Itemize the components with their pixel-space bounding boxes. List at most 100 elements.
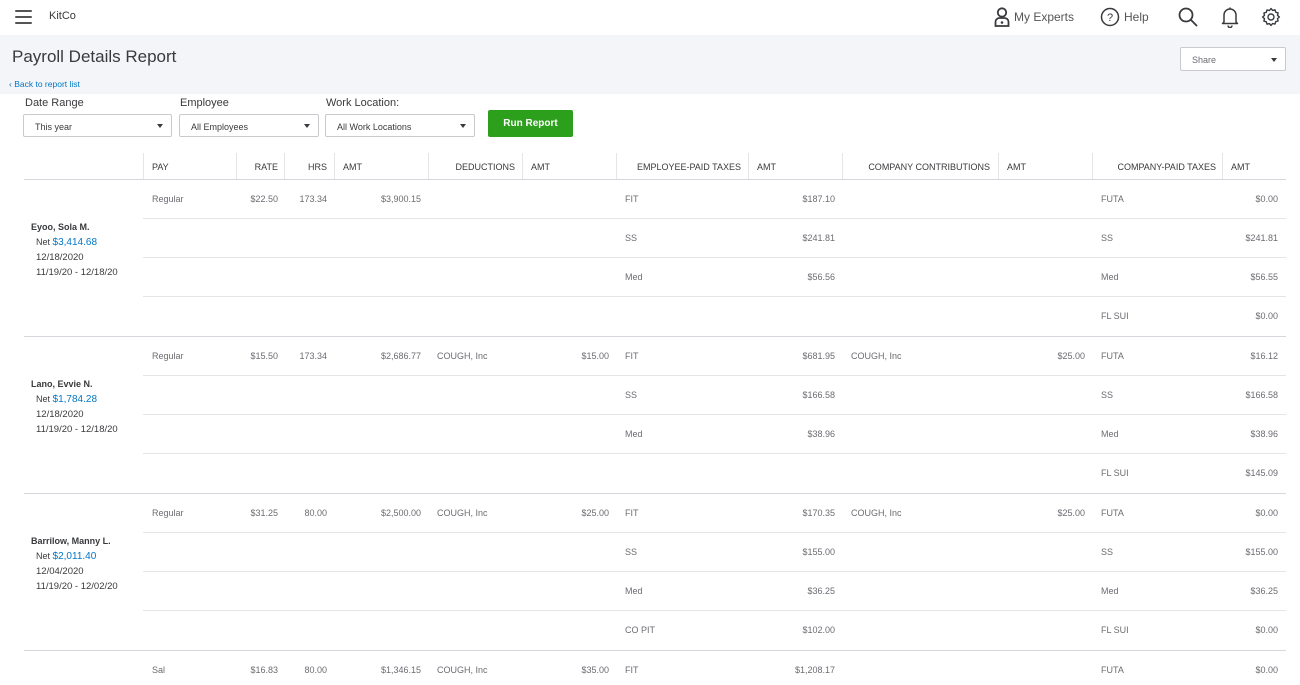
caret-down-icon [157,124,163,128]
caret-down-icon [304,124,310,128]
net-pay-amount[interactable]: $1,784.28 [53,394,98,405]
cell-rate: $22.50 [250,194,278,204]
search-icon [1177,6,1199,28]
search-button[interactable] [1177,5,1199,29]
cell-pay: Regular [152,194,184,204]
notifications-button[interactable] [1221,5,1239,29]
cell-company-tax: Med [1101,429,1119,439]
pay-period: 11/19/20 - 12/18/20 [36,267,118,278]
pay-date: 12/18/2020 [36,409,84,420]
cell-employee-tax: FIT [625,194,639,204]
pay-period: 11/19/20 - 12/02/20 [36,581,118,592]
cell-company-tax: Med [1101,272,1119,282]
cell-deduction: COUGH, Inc [437,351,488,361]
employee-group: Barrilow, Manny L. Net $2,011.40 12/04/202… [24,494,1286,651]
help-label: Help [1124,10,1149,24]
cell-company-tax: FUTA [1101,665,1124,675]
cell-employee-tax: SS [625,547,638,557]
net-pay: Net $2,011.40 [31,549,118,564]
net-pay: Net $3,414.68 [31,235,118,250]
cell-company-tax: FUTA [1101,351,1124,361]
col-header-ded-amt: AMT [531,162,550,172]
run-report-button[interactable]: Run Report [488,110,573,137]
employee-info: Eyoo, Sola M. Net $3,414.68 12/18/2020 11/1… [31,220,118,280]
cell-co-tax-amt: $0.00 [1255,665,1278,675]
back-link-label: Back to report list [14,79,80,89]
cell-company-tax: FL SUI [1101,625,1129,635]
cell-company-tax: Med [1101,586,1119,596]
pay-date: 12/18/2020 [36,252,84,263]
cell-company-tax: SS [1101,233,1114,243]
table-row: SS $241.81 SS $241.81 [143,219,1286,258]
share-dropdown[interactable]: Share [1180,47,1286,71]
net-pay-amount[interactable]: $3,414.68 [53,237,98,248]
column-divider [1222,153,1223,179]
cell-co-tax-amt: $155.00 [1245,547,1278,557]
employee-name: Lano, Evvie N. [31,379,93,389]
svg-text:?: ? [1107,12,1113,24]
cell-employee-tax: Med [625,586,643,596]
cell-hrs: 80.00 [304,508,327,518]
table-row: Med $56.56 Med $56.55 [143,258,1286,297]
table-row: SS $155.00 SS $155.00 [143,533,1286,572]
date-range-select[interactable]: This year [23,114,172,137]
help-icon: ? [1100,7,1120,27]
cell-employee-tax: Med [625,272,643,282]
table-row: Regular $31.25 80.00 $2,500.00 COUGH, Inc $25… [143,494,1286,533]
col-header-employee-paid-taxes: EMPLOYEE-PAID TAXES [636,162,741,172]
cell-hrs: 173.34 [299,351,327,361]
cell-co-tax-amt: $241.81 [1245,233,1278,243]
work-location-select[interactable]: All Work Locations [325,114,475,137]
cell-ded-amt: $15.00 [581,351,609,361]
col-header-deductions: DEDUCTIONS [455,162,515,172]
net-label: Net [36,237,51,247]
cell-pay-amt: $2,500.00 [380,508,421,518]
bell-icon [1221,6,1239,28]
caret-down-icon [460,124,466,128]
net-pay: Net $1,784.28 [31,392,118,407]
cell-employee-tax: FIT [625,665,639,675]
cell-ded-amt: $35.00 [581,665,609,675]
cell-company-tax: FL SUI [1101,311,1129,321]
cell-co-tax-amt: $36.25 [1250,586,1278,596]
settings-button[interactable] [1261,5,1281,29]
cell-contrib-amt: $25.00 [1057,351,1085,361]
column-divider [522,153,523,179]
hamburger-menu-icon[interactable] [15,10,32,24]
table-row: CO PIT $102.00 FL SUI $0.00 [143,611,1286,650]
table-row: Med $38.96 Med $38.96 [143,415,1286,454]
person-icon [994,7,1010,27]
cell-company-tax: SS [1101,547,1114,557]
cell-emp-tax-amt: $155.00 [802,547,835,557]
col-header-hrs: HRS [307,162,327,172]
cell-rate: $15.50 [250,351,278,361]
employee-group: Lano, Evvie N. Net $1,784.28 12/18/2020 11/… [24,337,1286,494]
cell-co-tax-amt: $0.00 [1255,311,1278,321]
date-range-label: Date Range [25,97,84,109]
work-location-label: Work Location: [326,97,400,109]
cell-co-tax-amt: $145.09 [1245,468,1278,478]
cell-employee-tax: CO PIT [625,625,656,635]
table-row: Med $36.25 Med $36.25 [143,572,1286,611]
back-to-report-list-link[interactable]: ‹ Back to report list [9,79,80,89]
net-pay-amount[interactable]: $2,011.40 [53,551,97,562]
cell-employee-tax: SS [625,390,638,400]
employee-select[interactable]: All Employees [179,114,319,137]
col-header-co-tax-amt: AMT [1231,162,1250,172]
caret-down-icon [1271,58,1277,62]
cell-employee-tax: Med [625,429,643,439]
cell-company-tax: FUTA [1101,194,1124,204]
cell-co-tax-amt: $38.96 [1250,429,1278,439]
my-experts-button[interactable]: My Experts [994,5,1074,29]
help-button[interactable]: ? Help [1100,5,1149,29]
cell-contribution: COUGH, Inc [851,351,902,361]
cell-deduction: COUGH, Inc [437,508,488,518]
col-header-pay-amt: AMT [343,162,362,172]
cell-co-tax-amt: $16.12 [1250,351,1278,361]
employee-group: Sal $16.83 80.00 $1,346.15 COUGH, Inc $35.00 F… [24,651,1286,685]
company-name: KitCo [49,10,76,22]
cell-emp-tax-amt: $102.00 [802,625,835,635]
cell-emp-tax-amt: $36.25 [807,586,835,596]
cell-emp-tax-amt: $187.10 [802,194,835,204]
column-divider [748,153,749,179]
